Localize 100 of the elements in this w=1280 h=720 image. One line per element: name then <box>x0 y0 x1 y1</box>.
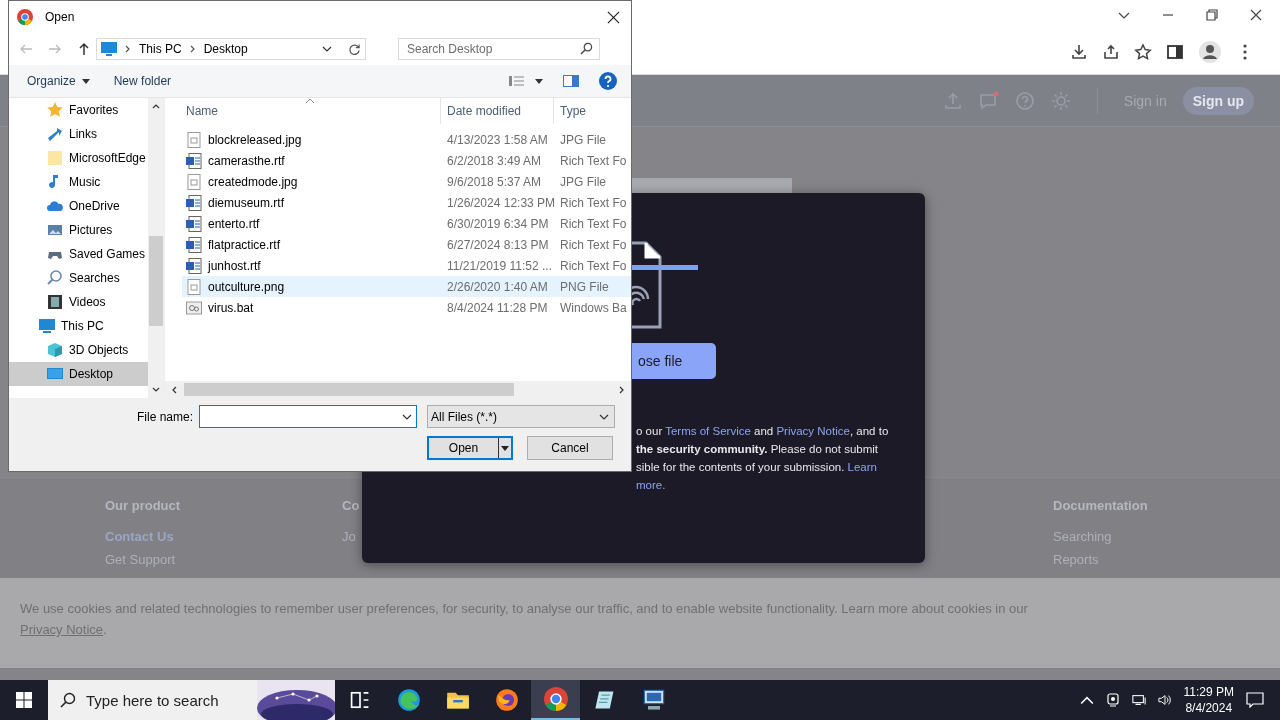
file-row[interactable]: camerasthe.rtf 6/2/2018 3:49 AM Rich Text Fo <box>182 150 631 171</box>
file-name: createdmode.jpg <box>208 174 298 189</box>
chrome-icon <box>543 687 568 711</box>
path-segment[interactable]: Desktop <box>203 42 248 56</box>
scrollbar[interactable] <box>165 381 631 398</box>
file-row[interactable]: outculture.png 2/26/2020 1:40 AM PNG File <box>182 276 631 297</box>
organize-button[interactable]: Organize <box>19 70 98 92</box>
view-options-icon[interactable] <box>509 75 543 87</box>
network-icon[interactable] <box>1131 693 1146 707</box>
nav-item[interactable]: Searches <box>9 266 148 290</box>
file-row[interactable]: junhost.rtf 11/21/2019 11:52 ... Rich Text Fo <box>182 255 631 276</box>
footer-heading: Documentation <box>1053 498 1148 513</box>
file-type: PNG File <box>559 279 610 294</box>
file-name: enterto.rtf <box>208 216 260 231</box>
chevron-right-icon[interactable] <box>189 45 196 53</box>
nav-item[interactable]: Music <box>9 170 148 194</box>
up-icon[interactable] <box>77 42 91 56</box>
sort-icon <box>305 98 315 104</box>
scroll-left-icon[interactable] <box>172 385 177 394</box>
file-name: camerasthe.rtf <box>208 153 285 168</box>
dropdown-icon <box>599 413 609 420</box>
edge-browser-icon <box>396 688 421 712</box>
caret-icon <box>501 445 509 451</box>
search-field[interactable]: Search Desktop <box>398 38 600 60</box>
file-row[interactable]: createdmode.jpg 9/6/2018 5:37 AM JPG File <box>182 171 631 192</box>
webcam-icon[interactable] <box>1105 693 1120 707</box>
terms-link[interactable]: Learn <box>847 461 877 473</box>
file-row[interactable]: diemuseum.rtf 1/26/2024 12:33 PM Rich Text Fo <box>182 192 631 213</box>
nav-item[interactable]: Links <box>9 122 148 146</box>
dropdown-icon[interactable] <box>322 46 332 52</box>
file-date: 4/13/2023 1:58 AM <box>446 132 549 147</box>
file-type-dropdown[interactable]: All Files (*.*) <box>427 405 615 428</box>
new-folder-button[interactable]: New folder <box>105 70 180 92</box>
nav-item[interactable]: MicrosoftEdge <box>9 146 148 170</box>
path-segment[interactable]: This PC <box>139 42 182 56</box>
file-name-field[interactable] <box>199 405 417 428</box>
taskbar-search-field[interactable]: Type here to search <box>48 680 257 720</box>
file-date: 9/6/2018 5:37 AM <box>446 174 543 189</box>
column-header[interactable]: Date modified <box>441 98 554 124</box>
start-icon[interactable] <box>16 692 32 708</box>
sidebar-icon[interactable] <box>1166 42 1184 61</box>
file-row[interactable]: flatpractice.rtf 6/27/2024 8:13 PM Rich Text Fo <box>182 234 631 255</box>
document-icon <box>186 236 202 253</box>
file-date: 6/30/2019 6:34 PM <box>446 216 550 231</box>
image-file-icon <box>186 278 202 295</box>
profile-icon[interactable] <box>1198 39 1222 64</box>
file-row[interactable]: virus.bat 8/4/2024 11:28 PM Windows Ba <box>182 297 631 318</box>
star-icon[interactable] <box>1134 42 1152 61</box>
close-icon[interactable] <box>607 10 620 24</box>
file-type: Rich Text Fo <box>559 153 628 168</box>
dialog-title: Open <box>45 10 75 24</box>
file-name: junhost.rtf <box>208 258 261 273</box>
scrollbar[interactable] <box>148 98 164 398</box>
scroll-up-icon[interactable] <box>152 104 160 109</box>
dropdown-icon[interactable] <box>402 414 412 420</box>
open-button[interactable]: Open <box>427 436 513 460</box>
notification-icon[interactable] <box>1246 692 1264 708</box>
file-date: 6/27/2024 8:13 PM <box>446 237 550 252</box>
file-type: Rich Text Fo <box>559 195 628 210</box>
file-row[interactable]: enterto.rtf 6/30/2019 6:34 PM Rich Text Fo <box>182 213 631 234</box>
chevron-right-icon[interactable] <box>125 45 131 53</box>
search-icon <box>580 42 593 55</box>
refresh-icon[interactable] <box>348 42 361 56</box>
column-header[interactable]: Name <box>165 98 441 124</box>
terms-link[interactable]: more. <box>636 479 666 491</box>
volume-icon[interactable] <box>1157 693 1172 707</box>
file-name-label: File name: <box>136 409 193 424</box>
preview-pane-icon[interactable] <box>563 75 579 87</box>
column-header[interactable]: Type <box>554 98 631 124</box>
nav-item[interactable]: This PC <box>9 314 148 338</box>
nav-item[interactable]: Videos <box>9 290 148 314</box>
nav-item[interactable]: OneDrive <box>9 194 148 218</box>
footer-heading: Co <box>342 498 360 513</box>
image-file-icon <box>186 131 202 148</box>
file-type: Rich Text Fo <box>559 237 628 252</box>
help-icon[interactable] <box>599 72 617 90</box>
cancel-button[interactable]: Cancel <box>527 436 613 460</box>
footer-heading: Our product <box>105 498 181 513</box>
close-icon[interactable] <box>1249 7 1263 22</box>
scroll-right-icon[interactable] <box>619 385 624 394</box>
address-bar[interactable]: This PC Desktop <box>96 38 366 60</box>
share-icon[interactable] <box>1102 42 1120 61</box>
file-row[interactable]: blockreleased.jpg 4/13/2023 1:58 AM JPG File <box>182 129 631 150</box>
file-name: diemuseum.rtf <box>208 195 285 210</box>
taskbar-app[interactable] <box>531 680 580 720</box>
nav-item[interactable]: Pictures <box>9 218 148 242</box>
terms-link[interactable]: Terms of Service <box>665 425 751 437</box>
nav-item[interactable]: 3D Objects <box>9 338 148 362</box>
nav-item[interactable]: Desktop <box>9 362 148 386</box>
file-name: virus.bat <box>208 300 254 315</box>
clock[interactable]: 11:29 PM 8/4/2024 <box>1183 684 1234 716</box>
nav-item[interactable]: Saved Games <box>9 242 148 266</box>
download-icon[interactable] <box>1070 42 1088 61</box>
computer-icon <box>39 318 55 334</box>
file-date: 1/26/2024 12:33 PM <box>446 195 554 210</box>
scroll-down-icon[interactable] <box>152 387 160 392</box>
cube-icon <box>47 342 63 358</box>
terms-link[interactable]: Privacy Notice <box>776 425 850 437</box>
restore-icon[interactable] <box>1205 7 1219 22</box>
nav-item[interactable]: Favorites <box>9 98 148 122</box>
